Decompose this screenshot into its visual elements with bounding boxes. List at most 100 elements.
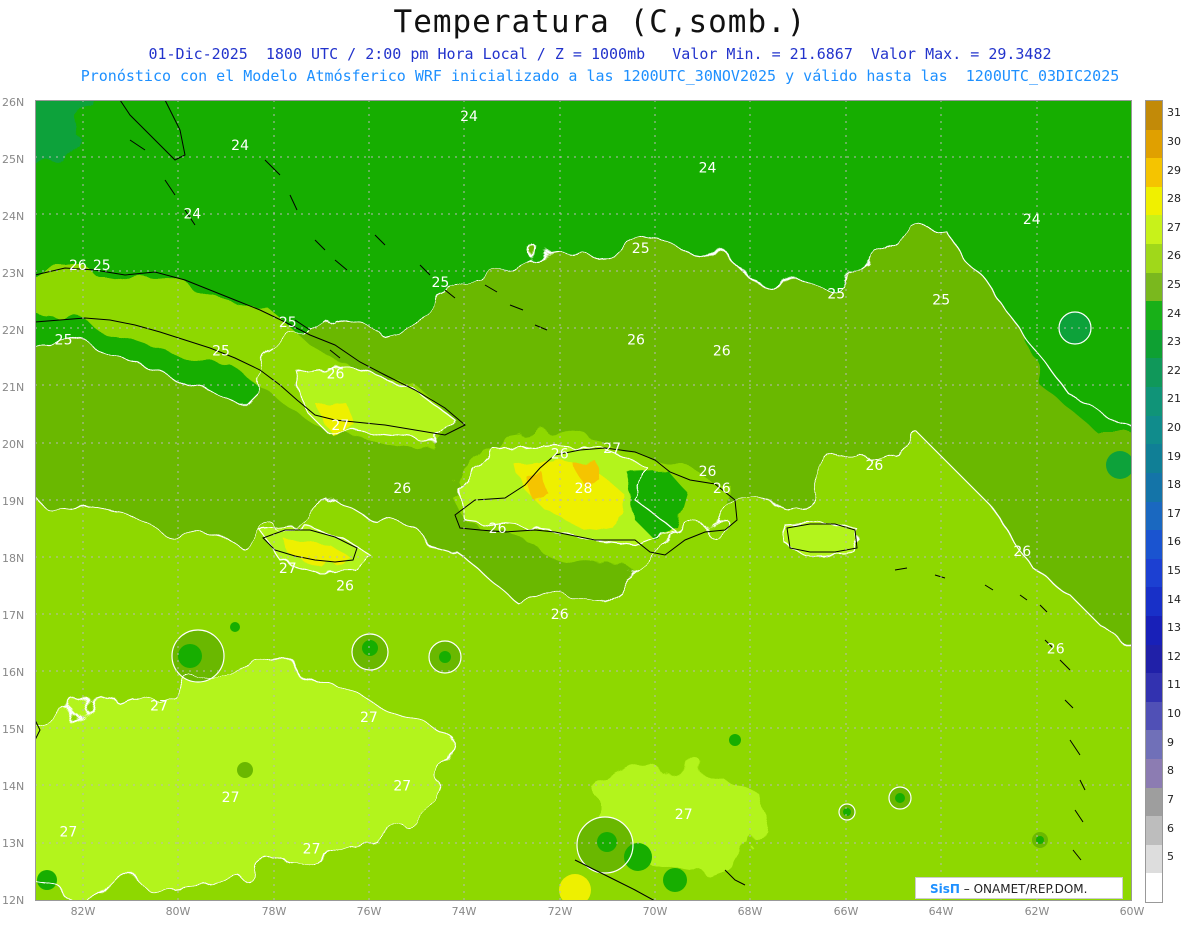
colorbar-label-31: 31 xyxy=(1167,106,1181,120)
credit-text: – ONAMET/REP.DOM. xyxy=(959,882,1088,896)
contour-label-22: 26 xyxy=(713,481,731,497)
credit-box: SisΠ – ONAMET/REP.DOM. xyxy=(915,877,1123,899)
lon-label-76w: 76W xyxy=(356,905,382,918)
colorbar-label-16: 16 xyxy=(1167,535,1181,549)
lat-label-18n: 18N xyxy=(2,552,25,565)
colorbar-label-9: 9 xyxy=(1167,735,1174,749)
lon-label-74w: 74W xyxy=(451,905,477,918)
colorbar-label-26: 26 xyxy=(1167,249,1181,263)
colorbar-segment-12 xyxy=(1146,644,1162,674)
colorbar-label-28: 28 xyxy=(1167,192,1181,206)
lon-label-78w: 78W xyxy=(261,905,287,918)
contour-label-21: 26 xyxy=(699,464,717,480)
lat-label-15n: 15N xyxy=(2,723,25,736)
colorbar-segment-10 xyxy=(1146,701,1162,731)
contour-label-0: 24 xyxy=(460,109,478,125)
lat-label-19n: 19N xyxy=(2,495,25,508)
colorbar-label-5: 5 xyxy=(1167,850,1174,864)
contour-label-12: 25 xyxy=(279,315,297,331)
contour-label-16: 26 xyxy=(713,344,731,360)
lon-label-62w: 62W xyxy=(1024,905,1050,918)
colorbar-segment-below xyxy=(1146,873,1162,903)
lat-label-17n: 17N xyxy=(2,609,25,622)
colorbar-label-21: 21 xyxy=(1167,392,1181,406)
colorbar-label-22: 22 xyxy=(1167,363,1181,377)
lat-label-20n: 20N xyxy=(2,438,25,451)
contour-label-3: 24 xyxy=(699,161,717,177)
contour-label-1: 24 xyxy=(231,138,249,154)
colorbar-label-7: 7 xyxy=(1167,792,1174,806)
colorbar-label-27: 27 xyxy=(1167,220,1181,234)
lat-label-14n: 14N xyxy=(2,780,25,793)
lat-label-13n: 13N xyxy=(2,837,25,850)
temperature-map: 242424242426 25252525 252525252626262726 27… xyxy=(35,100,1132,901)
lon-label-80w: 80W xyxy=(165,905,191,918)
colorbar-label-29: 29 xyxy=(1167,163,1181,177)
lon-label-64w: 64W xyxy=(928,905,954,918)
colorbar-segment-11 xyxy=(1146,673,1162,703)
colorbar-segment-21 xyxy=(1146,387,1162,417)
colorbar-label-30: 30 xyxy=(1167,134,1181,148)
contour-label-32: 27 xyxy=(360,710,378,726)
lat-label-23n: 23N xyxy=(2,267,25,280)
contour-label-36: 27 xyxy=(59,824,77,840)
contour-label-23: 26 xyxy=(865,458,883,474)
lat-label-25n: 25N xyxy=(2,153,25,166)
colorbar-label-24: 24 xyxy=(1167,306,1181,320)
contour-label-10: 25 xyxy=(932,292,950,308)
contour-label-37: 27 xyxy=(303,842,321,858)
contour-label-7: 25 xyxy=(431,275,449,291)
colorbar-segment-7 xyxy=(1146,787,1162,817)
map-title: Temperatura (C,somb.) xyxy=(393,4,807,40)
colorbar-label-10: 10 xyxy=(1167,707,1181,721)
colorbar-segment-19 xyxy=(1146,444,1162,474)
lat-label-22n: 22N xyxy=(2,324,25,337)
colorbar-segment-24 xyxy=(1146,301,1162,331)
contour-label-8: 25 xyxy=(632,241,650,257)
forecast-time-subtitle: 01-Dic-2025 1800 UTC / 2:00 pm Hora Loca… xyxy=(148,45,1052,63)
colorbar-segment-8 xyxy=(1146,758,1162,789)
contour-label-34: 27 xyxy=(222,790,240,806)
colorbar-label-11: 11 xyxy=(1167,678,1181,692)
lon-label-82w: 82W xyxy=(70,905,96,918)
contour-label-11: 25 xyxy=(55,332,73,348)
contour-label-18: 26 xyxy=(551,447,569,463)
colorbar-segment-17 xyxy=(1146,501,1162,531)
contour-label-15: 26 xyxy=(627,332,645,348)
colorbar-label-13: 13 xyxy=(1167,621,1181,635)
contour-label-25: 26 xyxy=(489,521,507,537)
colorbar-segment-27 xyxy=(1146,215,1162,245)
lat-label-26n: 26N xyxy=(2,96,25,109)
colorbar-segment-18 xyxy=(1146,472,1162,502)
lon-label-70w: 70W xyxy=(642,905,668,918)
colorbar-segment-25 xyxy=(1146,272,1162,302)
colorbar-segment-29 xyxy=(1146,158,1162,188)
colorbar-segment-22 xyxy=(1146,358,1162,388)
colorbar-segment-26 xyxy=(1146,244,1162,274)
colorbar-segment-13 xyxy=(1146,615,1162,646)
contour-label-30: 26 xyxy=(1047,641,1065,657)
contour-label-17: 27 xyxy=(331,418,349,434)
colorbar-segment-30 xyxy=(1146,129,1162,159)
colorbar-label-25: 25 xyxy=(1167,277,1181,291)
contour-label-4: 24 xyxy=(1023,212,1041,228)
contour-label-14: 26 xyxy=(327,367,345,383)
colorbar-segment-6 xyxy=(1146,816,1162,846)
colorbar-label-17: 17 xyxy=(1167,506,1181,520)
contour-label-9: 25 xyxy=(827,287,845,303)
colorbar-segment-9 xyxy=(1146,730,1162,760)
colorbar-label-8: 8 xyxy=(1167,764,1174,778)
contour-label-2: 24 xyxy=(183,206,201,222)
lat-label-21n: 21N xyxy=(2,381,25,394)
colorbar-label-19: 19 xyxy=(1167,449,1181,463)
contour-label-20: 26 xyxy=(393,481,411,497)
contour-label-19: 27 xyxy=(603,441,621,457)
colorbar-label-12: 12 xyxy=(1167,649,1181,663)
colorbar-segment-5 xyxy=(1146,844,1162,874)
colorbar-label-6: 6 xyxy=(1167,821,1174,835)
temperature-colorbar xyxy=(1145,100,1163,903)
contour-label-28: 26 xyxy=(336,578,354,594)
lat-label-12n: 12N xyxy=(2,894,25,907)
contour-label-33: 27 xyxy=(393,779,411,795)
colorbar-label-14: 14 xyxy=(1167,592,1181,606)
